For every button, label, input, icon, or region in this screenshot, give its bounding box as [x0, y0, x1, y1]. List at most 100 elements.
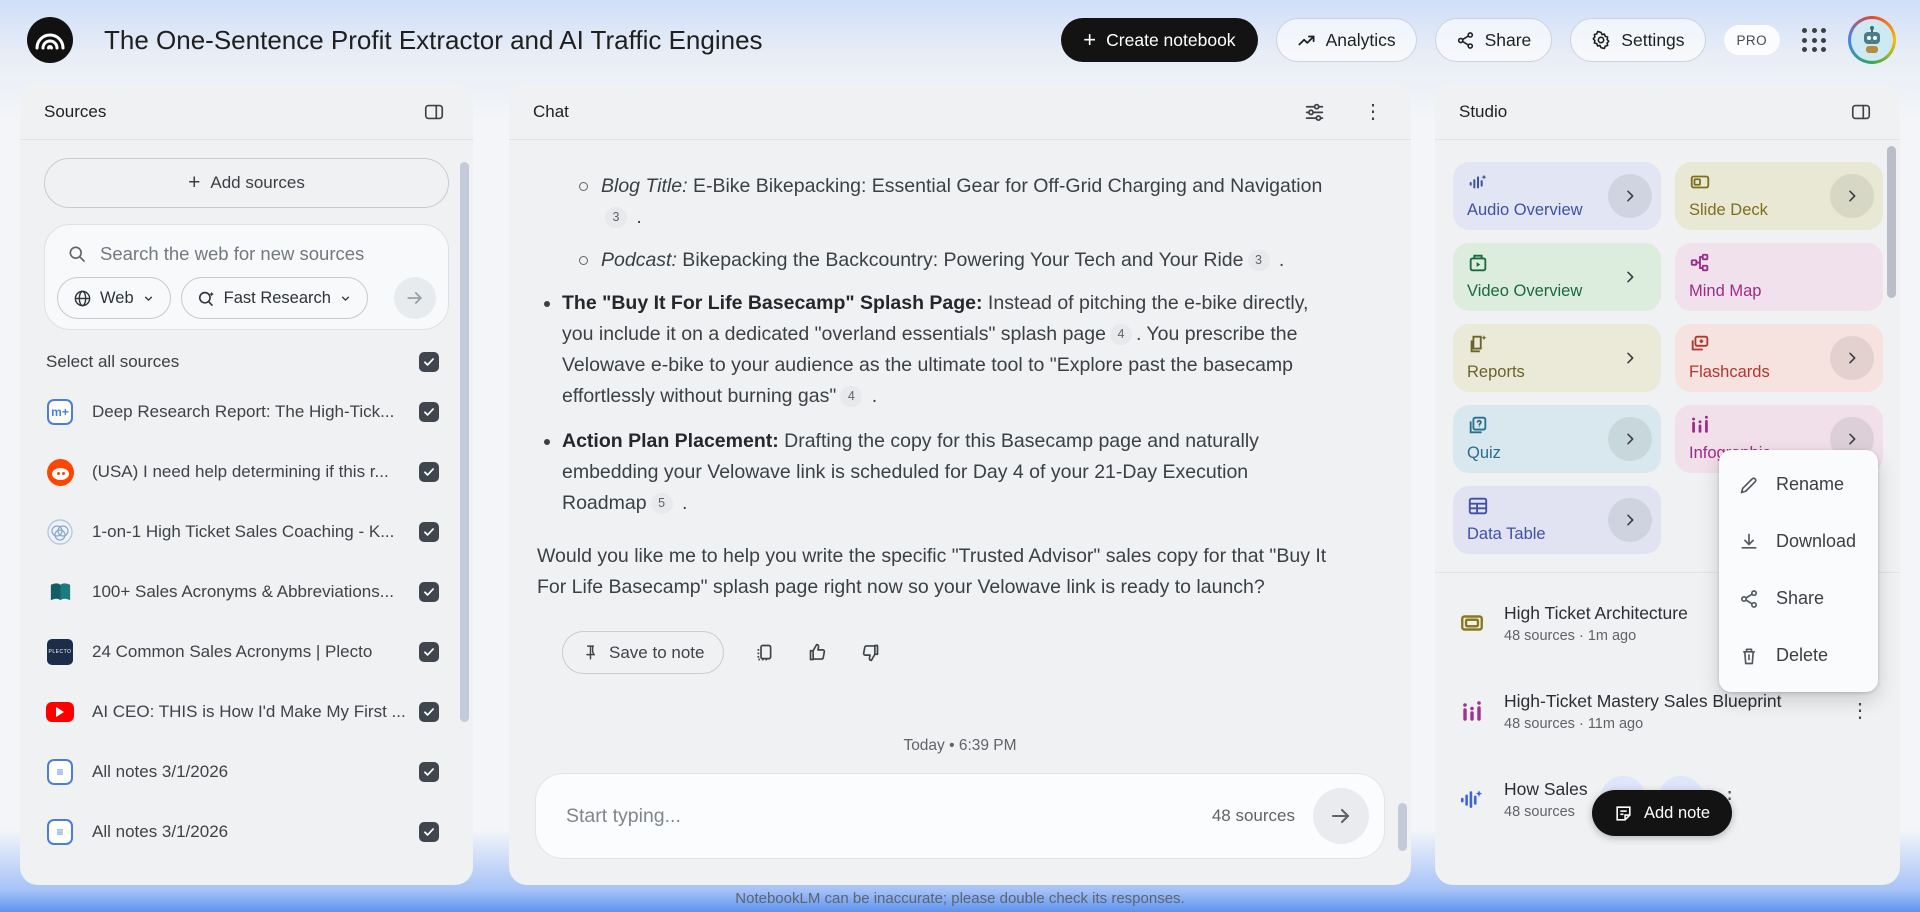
- create-notebook-button[interactable]: + Create notebook: [1061, 18, 1258, 62]
- web-chip-label: Web: [100, 288, 134, 307]
- assistant-message: Blog Title: E-Bike Bikepacking: Essentia…: [509, 141, 1411, 674]
- chat-panel-header: Chat ⋮: [509, 84, 1411, 140]
- menu-item-share[interactable]: Share: [1719, 570, 1878, 627]
- tile-audio-overview[interactable]: Audio Overview: [1453, 162, 1661, 230]
- source-row[interactable]: ≡ All notes 3/1/2026: [20, 742, 473, 802]
- chevron-right-icon[interactable]: [1608, 417, 1652, 461]
- note-icon: [1614, 804, 1633, 823]
- studio-scrollbar[interactable]: [1887, 146, 1896, 298]
- web-favicon: [46, 518, 74, 546]
- chat-scrollbar[interactable]: [1398, 803, 1407, 851]
- book-icon: [46, 578, 74, 606]
- source-row[interactable]: 1-on-1 High Ticket Sales Coaching - K...: [20, 502, 473, 562]
- note-title: High Ticket Architecture: [1504, 602, 1688, 623]
- source-checkbox[interactable]: [419, 822, 439, 842]
- source-title: All notes 3/1/2026: [92, 822, 229, 841]
- source-checkbox[interactable]: [419, 762, 439, 782]
- source-checkbox[interactable]: [419, 702, 439, 722]
- note-more-options-icon[interactable]: ⋮: [1844, 697, 1876, 725]
- sources-list: m+ Deep Research Report: The High-Tick..…: [20, 382, 473, 862]
- add-sources-button[interactable]: + Add sources: [44, 158, 449, 208]
- source-row[interactable]: ≡ All notes 3/1/2026: [20, 802, 473, 862]
- tile-reports[interactable]: Reports: [1453, 324, 1661, 392]
- source-row[interactable]: AI CEO: THIS is How I'd Make My First ..…: [20, 682, 473, 742]
- source-checkbox[interactable]: [419, 522, 439, 542]
- citation-chip[interactable]: 5: [650, 493, 673, 514]
- sources-scrollbar[interactable]: [460, 162, 469, 722]
- chevron-right-icon[interactable]: [1608, 174, 1652, 218]
- chat-bullet: The "Buy It For Life Basecamp" Splash Pa…: [537, 288, 1329, 412]
- chevron-right-icon[interactable]: [1830, 174, 1874, 218]
- tile-flashcards[interactable]: Flashcards: [1675, 324, 1883, 392]
- citation-chip[interactable]: 4: [1109, 324, 1132, 345]
- tile-video-overview[interactable]: Video Overview: [1453, 243, 1661, 311]
- user-avatar[interactable]: [1848, 16, 1896, 64]
- send-message-button[interactable]: [1313, 788, 1369, 844]
- web-source-dropdown[interactable]: Web: [57, 277, 171, 319]
- citation-chip[interactable]: 3: [605, 207, 627, 228]
- source-checkbox[interactable]: [419, 462, 439, 482]
- tile-label: Video Overview: [1467, 282, 1583, 300]
- web-search-card: Search the web for new sources Web Fast …: [44, 224, 449, 330]
- add-note-button[interactable]: Add note: [1592, 790, 1733, 836]
- sources-panel-header: Sources: [20, 84, 473, 140]
- pencil-icon: [1739, 475, 1759, 495]
- slide-deck-icon: [1457, 610, 1487, 636]
- share-icon: [1739, 589, 1759, 609]
- copy-icon[interactable]: [752, 640, 777, 665]
- tile-mind-map[interactable]: Mind Map: [1675, 243, 1883, 311]
- research-mode-dropdown[interactable]: Fast Research: [180, 277, 368, 319]
- chevron-right-icon[interactable]: [1830, 336, 1874, 380]
- citation-chip[interactable]: 4: [840, 386, 863, 407]
- menu-item-rename[interactable]: Rename: [1719, 456, 1878, 513]
- thumbs-up-icon[interactable]: [805, 640, 830, 665]
- sources-title: Sources: [44, 101, 107, 121]
- chat-settings-tune-icon[interactable]: [1300, 97, 1329, 126]
- select-all-checkbox[interactable]: [419, 352, 439, 372]
- source-checkbox[interactable]: [419, 402, 439, 422]
- audio-waveform-icon: [1457, 786, 1487, 812]
- citation-chip[interactable]: 3: [1247, 250, 1270, 271]
- collapse-studio-panel-icon[interactable]: [1846, 97, 1876, 127]
- search-submit-arrow-button[interactable]: [394, 277, 436, 319]
- settings-button[interactable]: Settings: [1570, 18, 1706, 62]
- source-title: (USA) I need help determining if this r.…: [92, 462, 389, 481]
- tile-quiz[interactable]: Quiz: [1453, 405, 1661, 473]
- plus-icon: +: [1083, 27, 1097, 52]
- source-checkbox[interactable]: [419, 642, 439, 662]
- chevron-right-icon[interactable]: [1608, 255, 1652, 299]
- source-row[interactable]: m+ Deep Research Report: The High-Tick..…: [20, 382, 473, 442]
- menu-item-label: Delete: [1776, 645, 1829, 665]
- infographic-icon: [1457, 699, 1487, 723]
- source-row[interactable]: PLECTO 24 Common Sales Acronyms | Plecto: [20, 622, 473, 682]
- save-to-note-button[interactable]: Save to note: [562, 631, 725, 674]
- google-apps-grid-icon[interactable]: [1798, 24, 1830, 56]
- notebooklm-logo-icon[interactable]: [26, 16, 74, 64]
- menu-item-download[interactable]: Download: [1719, 513, 1878, 570]
- chevron-right-icon[interactable]: [1608, 336, 1652, 380]
- app-header: The One-Sentence Profit Extractor and AI…: [0, 0, 1920, 80]
- note-title: High-Ticket Mastery Sales Blueprint: [1504, 690, 1782, 711]
- chat-more-options-icon[interactable]: ⋮: [1359, 98, 1387, 126]
- bullet-text: Bikepacking the Backcountry: Powering Yo…: [676, 249, 1244, 271]
- source-row[interactable]: (USA) I need help determining if this r.…: [20, 442, 473, 502]
- source-title: 1-on-1 High Ticket Sales Coaching - K...: [92, 522, 395, 541]
- source-title: All notes 3/1/2026: [92, 762, 229, 781]
- tile-data-table[interactable]: Data Table: [1453, 486, 1661, 554]
- chevron-right-icon[interactable]: [1608, 498, 1652, 542]
- source-checkbox[interactable]: [419, 582, 439, 602]
- analytics-button[interactable]: Analytics: [1275, 18, 1417, 62]
- chat-sub-bullet: Blog Title: E-Bike Bikepacking: Essentia…: [537, 171, 1329, 233]
- tile-label: Audio Overview: [1467, 201, 1583, 219]
- tile-slide-deck[interactable]: Slide Deck: [1675, 162, 1883, 230]
- notebook-title: The One-Sentence Profit Extractor and AI…: [104, 24, 763, 55]
- note-context-menu: Rename Download Share Delete: [1719, 450, 1878, 692]
- menu-item-delete[interactable]: Delete: [1719, 627, 1878, 684]
- collapse-sources-panel-icon[interactable]: [419, 97, 449, 127]
- trending-up-icon: [1297, 31, 1316, 50]
- share-button[interactable]: Share: [1434, 18, 1553, 62]
- source-row[interactable]: 100+ Sales Acronyms & Abbreviations...: [20, 562, 473, 622]
- thumbs-down-icon[interactable]: [858, 640, 883, 665]
- chat-input[interactable]: Start typing...: [566, 805, 1212, 828]
- web-search-input[interactable]: Search the web for new sources: [55, 233, 438, 277]
